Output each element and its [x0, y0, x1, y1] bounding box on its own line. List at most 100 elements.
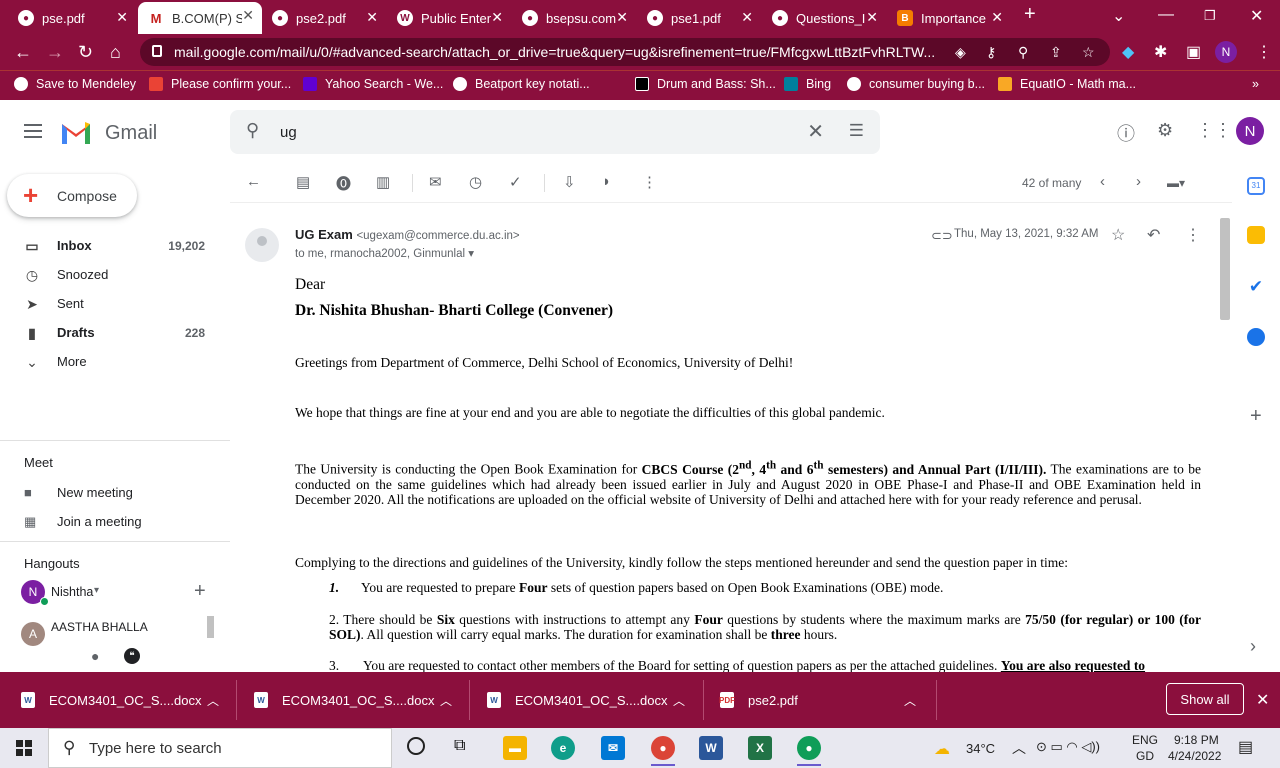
temperature[interactable]: 34°C	[966, 741, 995, 756]
browser-tab-7[interactable]: ● Questions_I ✕	[762, 4, 886, 32]
sidebar-item-snoozed[interactable]: ◷ Snoozed	[0, 261, 220, 289]
bookmarks-overflow[interactable]: »	[1252, 77, 1259, 91]
hangouts-quote-icon[interactable]: ❝	[124, 648, 140, 664]
close-window-icon[interactable]: ✕	[1250, 6, 1263, 26]
close-downloads-icon[interactable]: ✕	[1256, 690, 1269, 710]
back-to-results-icon[interactable]: ←	[246, 173, 261, 190]
bookmark-item[interactable]: Drum and Bass: Sh...	[635, 77, 776, 91]
contact-name[interactable]: AASTHA BHALLA	[51, 620, 148, 634]
chevron-up-icon[interactable]: ︿	[904, 692, 916, 709]
label-icon[interactable]: ◗	[602, 173, 611, 190]
minimize-icon[interactable]: —	[1158, 6, 1174, 24]
browser-profile-avatar[interactable]: N	[1215, 41, 1237, 63]
contact-avatar[interactable]: A	[21, 622, 45, 646]
input-tools-icon[interactable]: ▬▾	[1167, 176, 1185, 190]
close-tab-icon[interactable]: ✕	[741, 9, 753, 26]
reply-icon[interactable]: ↶	[1147, 225, 1160, 245]
keep-icon[interactable]	[1247, 226, 1265, 244]
chevron-up-icon[interactable]: ︿	[673, 692, 685, 709]
bookmark-item[interactable]: Yahoo Search - We...	[303, 77, 443, 91]
hangouts-user-name[interactable]: Nishtha	[51, 585, 93, 599]
close-tab-icon[interactable]: ✕	[616, 9, 628, 26]
language-top[interactable]: ENG	[1132, 733, 1158, 747]
browser-tab-2[interactable]: M B.COM(P) S ✕	[138, 2, 262, 34]
search-options-icon[interactable]: ☰	[849, 121, 864, 141]
tray-overflow-chevron-icon[interactable]: ︿	[1012, 738, 1026, 758]
browser-tab-6[interactable]: ● pse1.pdf ✕	[637, 4, 761, 32]
bookmark-item[interactable]: EquatIO - Math ma...	[998, 77, 1136, 91]
expand-panel-chevron-icon[interactable]: ›	[1250, 636, 1256, 657]
star-icon[interactable]: ☆	[1111, 225, 1125, 245]
sidebar-item-sent[interactable]: ➤ Sent	[0, 290, 220, 318]
tab-search-icon[interactable]: ⌄	[1112, 6, 1125, 26]
newer-chevron-icon[interactable]: ‹	[1100, 173, 1105, 190]
calendar-icon[interactable]: 31	[1247, 177, 1265, 195]
caret-down-icon[interactable]: ▾	[94, 585, 99, 596]
close-tab-icon[interactable]: ✕	[366, 9, 378, 26]
close-tab-icon[interactable]: ✕	[116, 9, 128, 26]
browser-tab-1[interactable]: ● pse.pdf ✕	[8, 4, 136, 32]
file-explorer-icon[interactable]: ▬	[503, 736, 527, 760]
clear-search-icon[interactable]: ✕	[807, 119, 824, 144]
report-spam-icon[interactable]: ⓿	[336, 173, 351, 194]
download-item[interactable]: PDF pse2.pdf ︿	[719, 686, 916, 714]
hangouts-scrollbar[interactable]	[207, 616, 214, 638]
message-scrollbar[interactable]	[1220, 218, 1230, 320]
share-icon[interactable]: ⇪	[1050, 44, 1062, 61]
recipients-line[interactable]: to me, rmanocha2002, Ginmunlal ▾	[295, 246, 474, 260]
address-bar[interactable]: mail.google.com/mail/u/0/#advanced-searc…	[140, 38, 1110, 66]
close-tab-icon[interactable]: ✕	[491, 9, 503, 26]
browser-tab-4[interactable]: W Public Enter ✕	[387, 4, 511, 32]
contacts-person-icon[interactable]: ●	[91, 648, 99, 664]
bookmark-item[interactable]: Please confirm your...	[149, 77, 291, 91]
sidebar-item-inbox[interactable]: ▭ Inbox 19,202	[0, 232, 220, 260]
add-task-icon[interactable]: ✓	[509, 173, 522, 191]
taskbar-search-box[interactable]: ⚲ Type here to search	[48, 728, 392, 768]
reload-icon[interactable]: ↻	[78, 42, 93, 63]
extensions-icon[interactable]: ✱	[1154, 42, 1167, 62]
chevron-up-icon[interactable]: ︿	[207, 692, 219, 709]
close-tab-icon[interactable]: ✕	[866, 9, 878, 26]
search-icon[interactable]: ⚲	[246, 120, 259, 141]
browser-tab-8[interactable]: B Importance ✕	[887, 4, 1011, 32]
apps-grid-icon[interactable]: ⋮⋮	[1196, 120, 1232, 141]
compose-button[interactable]: + Compose	[7, 174, 137, 217]
main-menu-icon[interactable]	[24, 124, 42, 138]
close-tab-icon[interactable]: ✕	[991, 9, 1003, 26]
snooze-clock-icon[interactable]: ◷	[469, 173, 482, 191]
chevron-up-icon[interactable]: ︿	[440, 692, 452, 709]
bookmark-star-icon[interactable]: ☆	[1082, 44, 1095, 61]
bookmark-item[interactable]: consumer buying b...	[847, 77, 985, 91]
more-vertical-icon[interactable]: ⋮	[1185, 225, 1201, 245]
clock-time[interactable]: 9:18 PM	[1174, 733, 1219, 747]
help-icon[interactable]: ⓘ	[1117, 120, 1135, 146]
extension-diamond-icon[interactable]: ◆	[1122, 42, 1134, 62]
bookmark-item[interactable]: Bing	[784, 77, 831, 91]
settings-gear-icon[interactable]: ⚙	[1157, 120, 1173, 141]
add-hangout-icon[interactable]: +	[194, 580, 206, 603]
sender-line[interactable]: UG Exam <ugexam@commerce.du.ac.in>	[295, 227, 520, 242]
task-view-icon[interactable]: ⧉	[454, 737, 465, 755]
archive-icon[interactable]: ▤	[296, 173, 310, 191]
search-input[interactable]	[280, 120, 780, 144]
sidebar-item-drafts[interactable]: ▮ Drafts 228	[0, 319, 220, 347]
download-item[interactable]: W ECOM3401_OC_S....docx ︿	[254, 686, 452, 714]
close-tab-icon[interactable]: ✕	[242, 7, 254, 24]
word-icon[interactable]: W	[699, 736, 723, 760]
caret-down-icon[interactable]: ▾	[468, 248, 474, 260]
new-tab-button[interactable]: +	[1024, 3, 1036, 26]
show-all-downloads-button[interactable]: Show all	[1166, 683, 1244, 715]
chrome-icon[interactable]: ●	[651, 736, 675, 760]
mark-unread-icon[interactable]: ✉	[429, 173, 442, 191]
get-addons-plus-icon[interactable]: +	[1250, 405, 1262, 428]
download-item[interactable]: W ECOM3401_OC_S....docx ︿	[21, 686, 219, 714]
restore-icon[interactable]: ❐	[1204, 8, 1216, 24]
windows-start-icon[interactable]	[16, 740, 32, 756]
weather-icon[interactable]: ☁	[934, 739, 950, 759]
forward-icon[interactable]: →	[46, 42, 64, 63]
back-icon[interactable]: ←	[14, 42, 32, 63]
delete-trash-icon[interactable]: ▥	[376, 173, 390, 191]
install-icon[interactable]: ◈	[955, 44, 966, 61]
more-vertical-icon[interactable]: ⋮	[642, 173, 657, 191]
download-item[interactable]: W ECOM3401_OC_S....docx ︿	[487, 686, 685, 714]
